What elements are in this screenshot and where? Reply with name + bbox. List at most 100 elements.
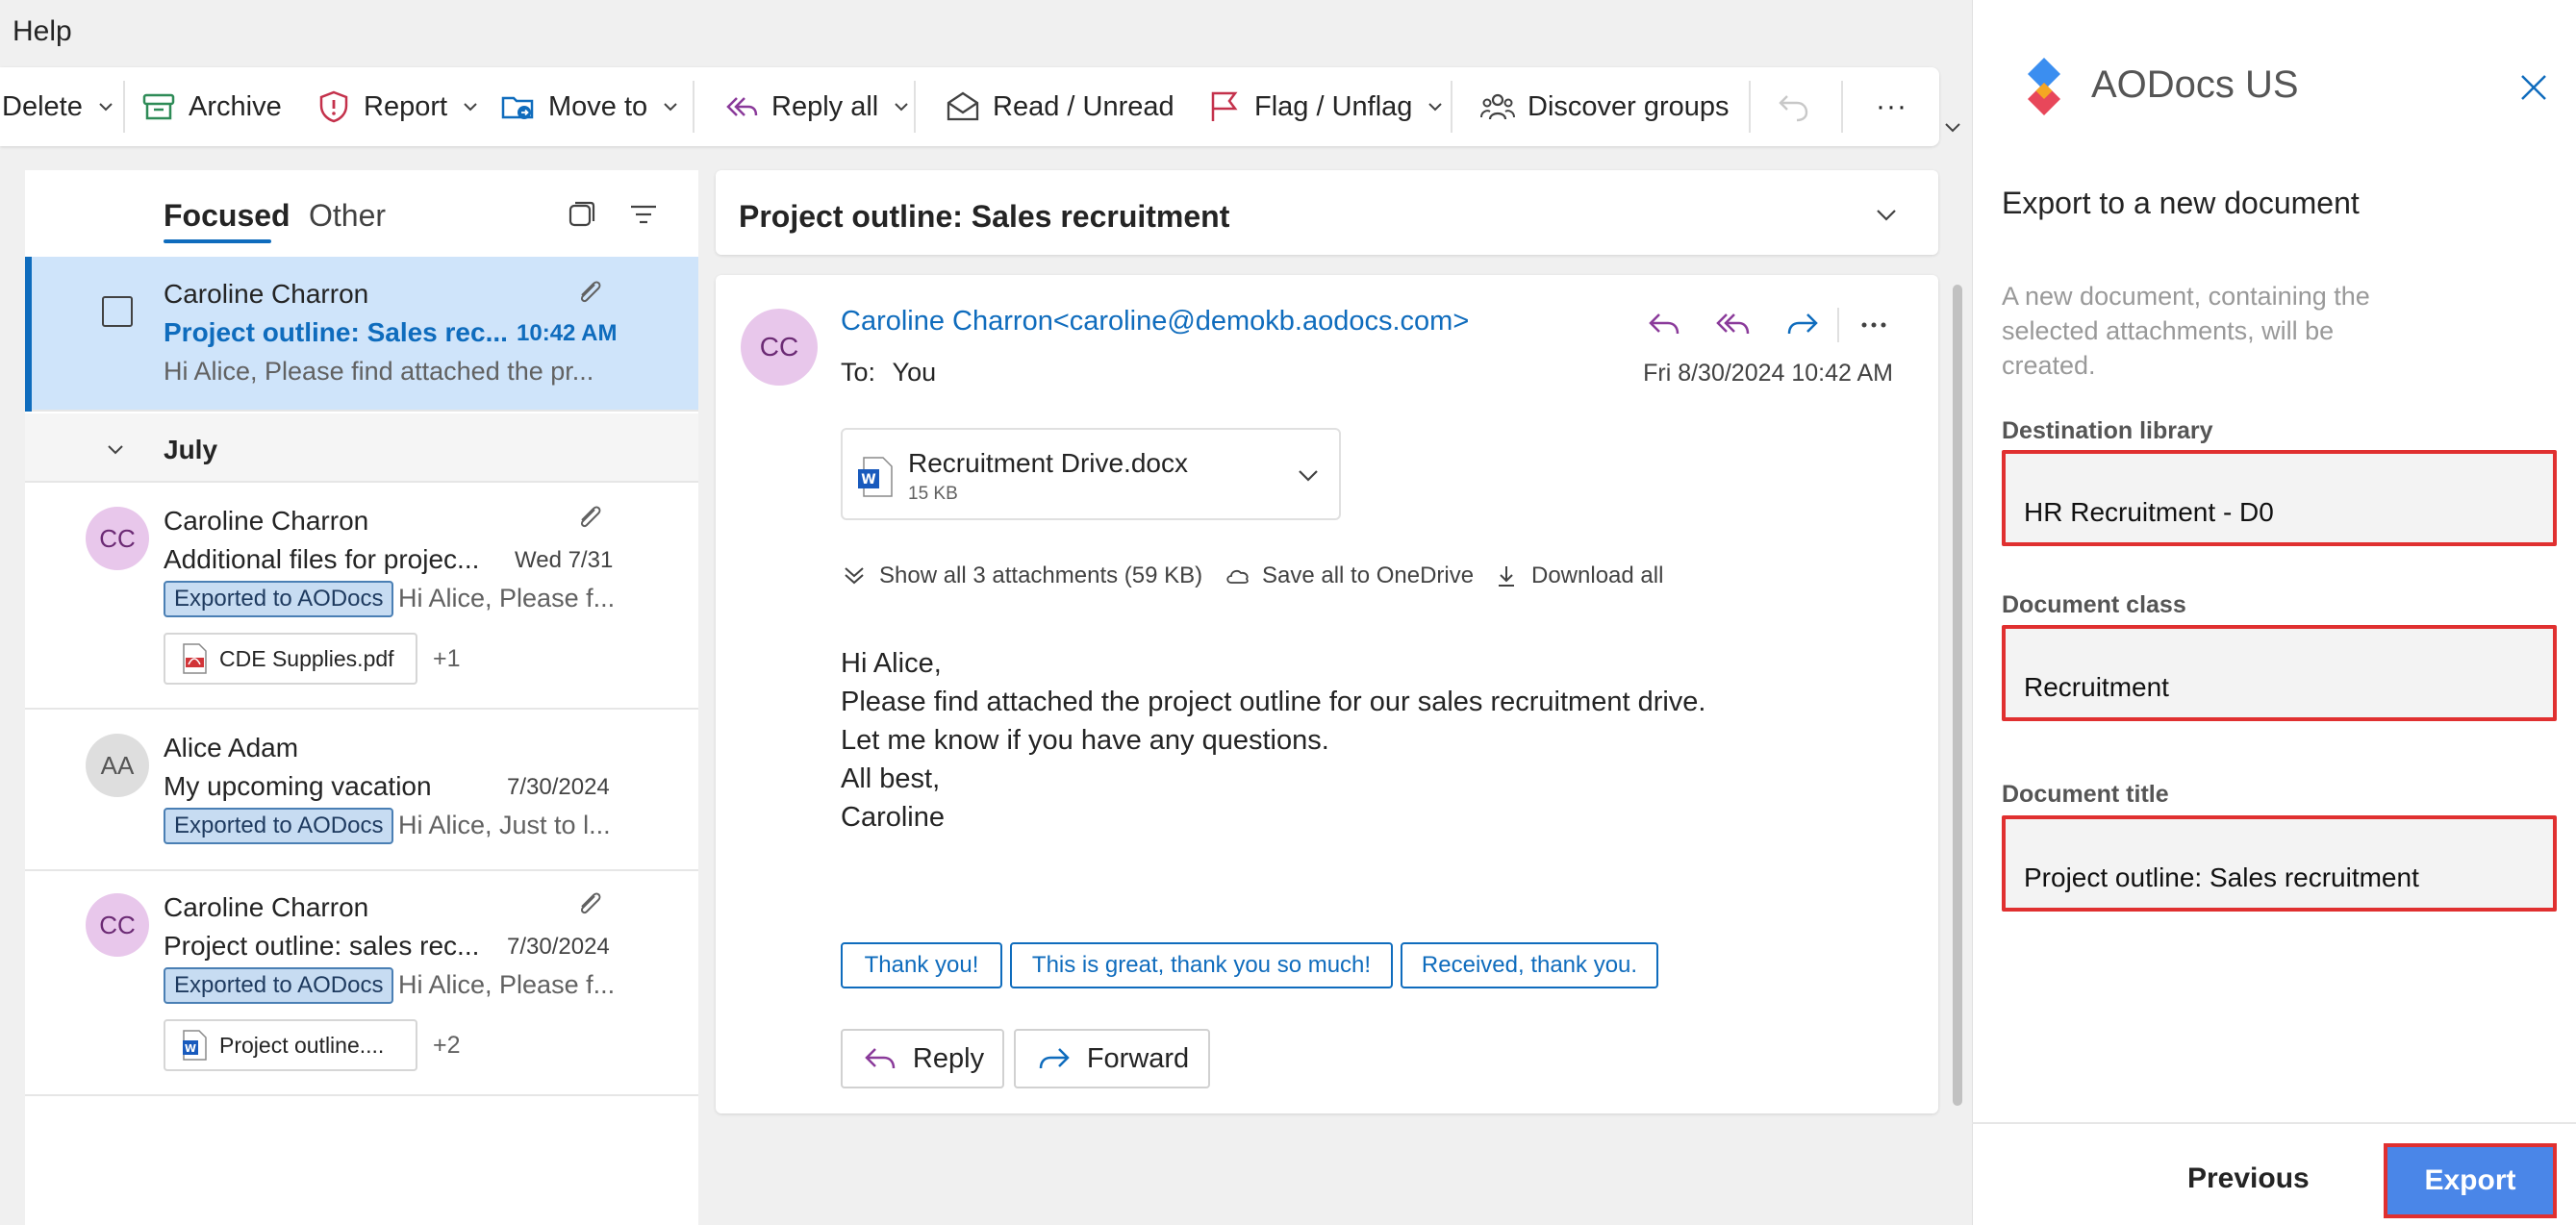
export-button[interactable]: Export: [2384, 1143, 2557, 1218]
message-preview: Hi Alice, Just to l...: [398, 811, 611, 839]
reply-button[interactable]: Reply: [841, 1029, 1004, 1088]
word-file-icon: W: [858, 457, 893, 497]
previous-button[interactable]: Previous: [2187, 1162, 2310, 1195]
reply-all-icon[interactable]: [1712, 304, 1755, 346]
undo-button[interactable]: [1776, 67, 1824, 146]
report-button[interactable]: Report: [316, 67, 480, 146]
flag-unflag-label: Flag / Unflag: [1254, 90, 1413, 122]
save-onedrive-label: Save all to OneDrive: [1262, 562, 1475, 588]
message-sender: Caroline Charron: [164, 279, 369, 309]
more-attachments-count[interactable]: +2: [433, 1032, 461, 1060]
attachment-chip[interactable]: CDE Supplies.pdf: [164, 633, 417, 685]
show-all-attachments-link[interactable]: Show all 3 attachments (59 KB): [841, 562, 1202, 589]
forward-label: Forward: [1086, 1042, 1190, 1074]
chevron-down-icon[interactable]: [661, 97, 680, 116]
word-file-icon: W: [183, 1030, 207, 1061]
quick-reply-button[interactable]: Thank you!: [841, 942, 1002, 988]
avatar: CC: [86, 507, 149, 570]
chevron-down-icon[interactable]: [1295, 462, 1322, 488]
chevron-down-icon[interactable]: [104, 438, 127, 461]
envelope-open-icon: [947, 91, 979, 121]
ribbon-divider: [1451, 81, 1452, 133]
addin-title: AODocs US: [2091, 63, 2299, 106]
delete-button[interactable]: Delete: [2, 67, 115, 146]
body-line: Caroline: [841, 802, 945, 833]
archive-label: Archive: [189, 90, 282, 122]
attachment-name: Project outline....: [219, 1032, 385, 1058]
ribbon-expand-icon[interactable]: [1941, 115, 1964, 138]
archive-icon: [142, 93, 175, 120]
message-sender: Caroline Charron: [164, 892, 369, 922]
reply-label: Reply: [912, 1042, 985, 1074]
conversation-subject: Project outline: Sales recruitment: [739, 199, 1230, 234]
avatar: AA: [86, 734, 149, 797]
chevron-down-icon[interactable]: [892, 97, 911, 116]
panel-footer-divider: [1972, 1122, 2576, 1124]
panel-description: A new document, containing the selected …: [2002, 282, 2370, 380]
exported-badge: Exported to AODocs: [164, 581, 394, 617]
sender-address[interactable]: Caroline Charron<caroline@demokb.aodocs.…: [841, 306, 1469, 338]
message-datetime: Fri 8/30/2024 10:42 AM: [1643, 360, 1893, 387]
select-mode-icon[interactable]: [566, 198, 598, 231]
quick-reply-button[interactable]: Received, thank you.: [1401, 942, 1658, 988]
paperclip-icon: [580, 506, 601, 528]
message-sender: Alice Adam: [164, 733, 299, 762]
aodocs-logo-icon: [2028, 58, 2060, 115]
document-title-field[interactable]: Project outline: Sales recruitment: [2002, 815, 2557, 912]
attachment-size: 15 KB: [908, 484, 958, 504]
reply-icon[interactable]: [1643, 304, 1685, 346]
people-group-icon: [1480, 93, 1515, 120]
move-to-button[interactable]: Move to: [500, 67, 680, 146]
document-class-field[interactable]: Recruitment: [2002, 625, 2557, 721]
chevron-down-icon[interactable]: [96, 97, 115, 116]
message-preview: Hi Alice, Please f...: [398, 970, 616, 999]
row-checkbox[interactable]: [102, 296, 133, 327]
exported-badge: Exported to AODocs: [164, 967, 394, 1004]
reading-pane-scrollbar[interactable]: [1953, 285, 1962, 1106]
forward-button[interactable]: Forward: [1014, 1029, 1210, 1088]
more-actions-icon[interactable]: [1853, 304, 1895, 346]
chevron-down-icon[interactable]: [1426, 97, 1445, 116]
flag-unflag-button[interactable]: Flag / Unflag: [1206, 67, 1445, 146]
discover-groups-button[interactable]: Discover groups: [1479, 67, 1730, 146]
exported-badge: Exported to AODocs: [164, 808, 394, 844]
recipient-name[interactable]: You: [893, 358, 937, 387]
message-time: 10:42 AM: [517, 320, 618, 346]
selection-indicator: [25, 257, 32, 412]
attachment-name: Recruitment Drive.docx: [908, 448, 1188, 478]
document-title-label: Document title: [2002, 781, 2169, 808]
archive-button[interactable]: Archive: [140, 67, 282, 146]
destination-library-field[interactable]: HR Recruitment - D0: [2002, 450, 2557, 546]
cloud-icon: [1226, 569, 1249, 584]
group-label: July: [164, 435, 218, 464]
reply-all-button[interactable]: Reply all: [723, 67, 911, 146]
filter-icon[interactable]: [627, 198, 660, 231]
svg-text:W: W: [861, 472, 875, 488]
forward-icon[interactable]: [1781, 304, 1824, 346]
tab-other[interactable]: Other: [309, 198, 386, 234]
chevron-down-icon[interactable]: [1872, 200, 1901, 229]
close-icon[interactable]: [2517, 71, 2550, 104]
move-to-label: Move to: [548, 90, 648, 122]
menu-help[interactable]: Help: [13, 15, 72, 48]
delete-label: Delete: [2, 90, 83, 122]
shield-report-icon: [319, 90, 348, 123]
message-sender: Caroline Charron: [164, 506, 369, 536]
ribbon-divider: [693, 81, 695, 133]
chevron-down-icon[interactable]: [461, 97, 480, 116]
discover-groups-label: Discover groups: [1528, 90, 1730, 122]
reply-all-label: Reply all: [771, 90, 879, 122]
read-unread-button[interactable]: Read / Unread: [945, 67, 1174, 146]
quick-reply-button[interactable]: This is great, thank you so much!: [1010, 942, 1393, 988]
tab-focused[interactable]: Focused: [164, 198, 290, 234]
ribbon-divider: [123, 81, 125, 133]
download-all-link[interactable]: Download all: [1493, 562, 1663, 589]
recipient-line: To: You: [841, 358, 936, 388]
read-unread-label: Read / Unread: [993, 90, 1174, 122]
more-options-button[interactable]: ···: [1876, 67, 1907, 146]
more-attachments-count[interactable]: +1: [433, 645, 461, 673]
folder-move-icon: [501, 96, 534, 119]
paperclip-icon: [580, 892, 601, 914]
attachment-chip[interactable]: W Project outline....: [164, 1019, 417, 1071]
save-to-onedrive-link[interactable]: Save all to OneDrive: [1224, 562, 1474, 589]
